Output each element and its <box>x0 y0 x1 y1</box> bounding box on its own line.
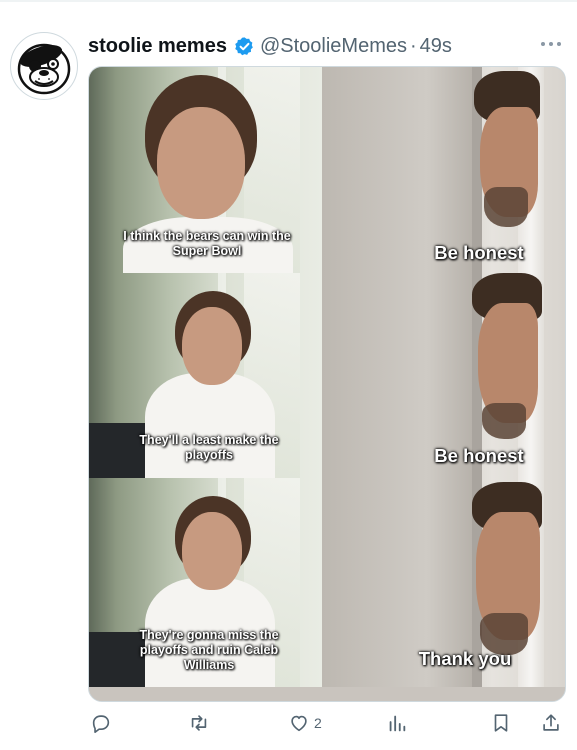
panel-right-2: Be honest <box>322 273 565 478</box>
more-options-icon[interactable] <box>539 39 563 49</box>
tweet-header: stoolie memes @StoolieMemes · 49s <box>88 31 563 61</box>
panel-left-2: They'll a least make the playoffs <box>89 273 322 478</box>
reply-button[interactable] <box>90 711 112 735</box>
share-button[interactable] <box>540 711 562 735</box>
stoolie-logo-icon <box>17 43 71 95</box>
share-icon <box>543 714 559 731</box>
display-name[interactable]: stoolie memes <box>88 35 227 58</box>
panel-left-1: I think the bears can win the Super Bowl <box>89 67 322 273</box>
verified-badge-icon <box>234 36 255 57</box>
timestamp[interactable]: 49s <box>420 35 452 58</box>
caption-right-2: Be honest <box>434 445 524 466</box>
avatar[interactable] <box>10 32 78 100</box>
bookmark-button[interactable] <box>490 711 512 735</box>
image-bottom-strip <box>89 687 565 701</box>
handle[interactable]: @StoolieMemes <box>260 35 407 58</box>
top-divider <box>0 0 577 2</box>
analytics-icon <box>389 715 406 732</box>
bookmark-icon <box>494 714 508 732</box>
retweet-icon <box>191 715 207 731</box>
panel-right-1: Be honest <box>322 67 565 273</box>
meme-image[interactable]: I think the bears can win the Super Bowl… <box>88 66 566 702</box>
separator-dot: · <box>409 34 417 57</box>
like-button[interactable]: 2 <box>288 711 322 735</box>
caption-left-1: I think the bears can win the Super Bowl <box>123 229 291 258</box>
tweet-actions: 2 <box>88 711 567 737</box>
caption-right-3: Thank you <box>418 648 512 669</box>
caption-left-2: They'll a least make the playoffs <box>139 433 279 462</box>
reply-icon <box>92 715 110 733</box>
views-button[interactable] <box>386 711 408 735</box>
retweet-button[interactable] <box>188 711 210 735</box>
meme-grid: I think the bears can win the Super Bowl… <box>89 67 565 687</box>
like-count: 2 <box>314 715 322 731</box>
panel-right-3: Thank you <box>322 478 565 687</box>
caption-left-3: They're gonna miss the playoffs and ruin… <box>139 628 279 672</box>
heart-icon <box>291 715 307 732</box>
panel-left-3: They're gonna miss the playoffs and ruin… <box>89 478 322 687</box>
caption-right-1: Be honest <box>434 242 524 263</box>
